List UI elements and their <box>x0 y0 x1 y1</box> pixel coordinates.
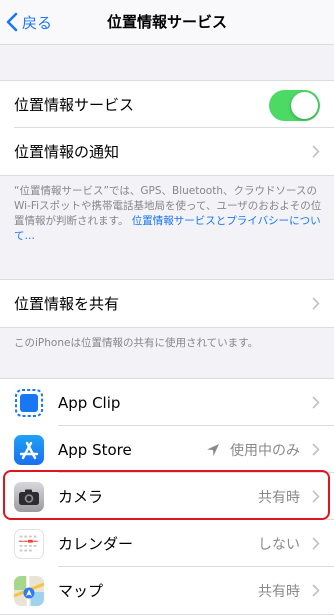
location-notification-row[interactable]: 位置情報の通知 <box>0 128 334 175</box>
chevron-right-icon <box>312 396 320 408</box>
location-notification-label: 位置情報の通知 <box>14 143 120 161</box>
location-services-group: 位置情報サービス 位置情報の通知 <box>0 80 334 176</box>
app-value: 使用中のみ <box>206 440 300 460</box>
page-title: 位置情報サービス <box>106 13 227 31</box>
app-name: App Store <box>58 440 132 459</box>
share-location-note: このiPhoneは位置情報の共有に使用されています。 <box>14 337 259 349</box>
location-arrow-icon <box>207 443 219 456</box>
chevron-right-icon <box>312 145 320 157</box>
app-value: 共有時 <box>258 581 300 601</box>
location-services-label: 位置情報サービス <box>14 96 135 114</box>
chevron-right-icon <box>312 537 320 549</box>
app-row-calendar[interactable]: カレンダー しない <box>0 520 334 567</box>
share-location-label: 位置情報を共有 <box>14 295 120 313</box>
app-clip-icon <box>14 387 44 418</box>
app-store-icon <box>14 434 44 465</box>
app-value: しない <box>258 534 300 554</box>
app-row-app-store[interactable]: App Store 使用中のみ <box>0 426 334 473</box>
navigation-bar: 戻る 位置情報サービス <box>0 0 334 45</box>
calendar-icon <box>14 528 44 559</box>
chevron-right-icon <box>312 297 320 309</box>
app-row-app-clip[interactable]: App Clip <box>0 379 334 426</box>
app-row-maps[interactable]: マップ 共有時 <box>0 567 334 614</box>
app-value-text: しない <box>258 536 300 553</box>
location-description: “位置情報サービス”では、GPS、Bluetooth、クラウドソースのWi-Fi… <box>14 184 322 244</box>
app-value-text: 使用中のみ <box>230 442 300 459</box>
camera-row-highlight <box>3 470 330 520</box>
toggle-knob <box>291 91 318 119</box>
location-services-toggle[interactable] <box>269 89 320 121</box>
app-name: カレンダー <box>58 535 134 553</box>
share-location-row[interactable]: 位置情報を共有 <box>0 280 334 327</box>
app-name: App Clip <box>58 393 121 412</box>
app-name: マップ <box>58 582 104 600</box>
app-value-text: 共有時 <box>258 583 300 600</box>
share-location-group: 位置情報を共有 <box>0 279 334 328</box>
chevron-right-icon <box>312 584 320 596</box>
maps-icon <box>14 575 44 606</box>
location-services-row: 位置情報サービス <box>0 81 334 128</box>
chevron-right-icon <box>312 443 320 455</box>
